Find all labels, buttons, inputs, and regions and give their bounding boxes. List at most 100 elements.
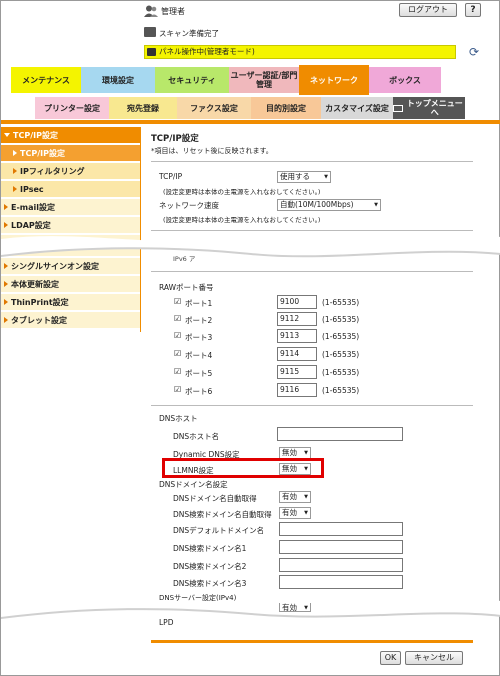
tab-purpose-settings[interactable]: 目的別設定 (251, 97, 321, 119)
sidebar-item-label: ThinPrint設定 (11, 298, 69, 307)
divider (151, 405, 473, 406)
sidebar-item-ipfilter[interactable]: IPフィルタリング (1, 163, 140, 180)
tab-user-auth[interactable]: ユーザー認証/部門管理 (229, 67, 299, 93)
help-button[interactable]: ? (465, 3, 481, 17)
user-label: 管理者 (161, 7, 185, 16)
sidebar-item-label: E-mail設定 (11, 203, 56, 212)
logout-button[interactable]: ログアウト (399, 3, 457, 17)
tab-printer-settings[interactable]: プリンター設定 (35, 97, 109, 119)
dns-search1-input[interactable] (279, 540, 403, 554)
sidebar-item-label: 本体更新設定 (11, 280, 59, 289)
port4-input[interactable]: 9114 (277, 347, 317, 361)
tab-security[interactable]: セキュリティ (155, 67, 229, 93)
sidebar-item-label: TCP/IP設定 (20, 149, 65, 158)
port2-input[interactable]: 9112 (277, 312, 317, 326)
port3-label: ポート3 (185, 333, 213, 342)
dns-search3-input[interactable] (279, 575, 403, 589)
dns-search2-label: DNS検索ドメイン名2 (173, 562, 247, 571)
sidebar-item-tcpip[interactable]: TCP/IP設定 (1, 145, 140, 162)
sidebar-item-label: IPsec (20, 185, 44, 194)
sidebar-item-label: タブレット設定 (11, 316, 67, 325)
arrow-icon (4, 281, 8, 287)
cancel-button[interactable]: キャンセル (405, 651, 463, 665)
port2-checkbox[interactable]: ☑ (174, 315, 182, 323)
port1-checkbox[interactable]: ☑ (174, 298, 182, 306)
tab-customize[interactable]: カスタマイズ設定 (321, 97, 393, 119)
tab-underline (1, 120, 500, 124)
port3-checkbox[interactable]: ☑ (174, 332, 182, 340)
port1-label: ポート1 (185, 299, 213, 308)
bottom-rule (151, 640, 473, 643)
tcpip-select[interactable]: 使用する (277, 171, 331, 183)
port1-input[interactable]: 9100 (277, 295, 317, 309)
refresh-icon[interactable]: ⟳ (467, 45, 481, 59)
torn-edge (1, 594, 500, 619)
port6-input[interactable]: 9116 (277, 383, 317, 397)
raw-port-title: RAWポート番号 (159, 283, 214, 292)
reset-note: *項目は、リセット後に反映されます。 (151, 147, 273, 155)
sidebar-item-update[interactable]: 本体更新設定 (1, 276, 140, 293)
arrow-icon (4, 204, 8, 210)
arrow-icon (4, 299, 8, 305)
torn-edge (1, 231, 500, 258)
port6-label: ポート6 (185, 387, 213, 396)
tab-network[interactable]: ネットワーク (299, 65, 369, 95)
dns-auto-get-label: DNSドメイン名自動取得 (173, 494, 257, 503)
page-title: TCP/IP設定 (151, 134, 199, 144)
arrow-icon (13, 150, 17, 156)
arrow-icon (13, 168, 17, 174)
port3-input[interactable]: 9113 (277, 329, 317, 343)
port5-checkbox[interactable]: ☑ (174, 368, 182, 376)
tab-maintenance[interactable]: メンテナンス (11, 67, 81, 93)
dns-search-auto-label: DNS検索ドメイン名自動取得 (173, 510, 272, 519)
tab-destination[interactable]: 宛先登録 (109, 97, 177, 119)
ok-button[interactable]: OK (380, 651, 401, 665)
port4-checkbox[interactable]: ☑ (174, 350, 182, 358)
port3-range: (1-65535) (322, 332, 360, 341)
speed-hint: (設定変更時は本体の主電源を入れなおしてください。) (163, 216, 321, 224)
tab-environment[interactable]: 環境設定 (81, 67, 155, 93)
sidebar-item-label: TCP/IP設定 (13, 131, 58, 140)
dns-default-domain-label: DNSデフォルトドメイン名 (173, 526, 265, 535)
port4-range: (1-65535) (322, 350, 360, 359)
page-frame: 管理者 ログアウト ? スキャン準備完了 パネル操作中(管理者モード) ⟳ メン… (0, 0, 500, 676)
divider (151, 271, 473, 272)
tcpip-label: TCP/IP (159, 172, 183, 181)
panel-status-bar: パネル操作中(管理者モード) (144, 45, 456, 59)
tab-fax-settings[interactable]: ファクス設定 (177, 97, 251, 119)
port6-range: (1-65535) (322, 386, 360, 395)
user-icon (144, 5, 158, 17)
divider (151, 161, 473, 162)
dns-host-title: DNSホスト (159, 414, 198, 423)
dns-default-domain-input[interactable] (279, 522, 403, 536)
scanner-icon (144, 27, 156, 37)
dns-auto-get-select[interactable]: 有効 (279, 491, 311, 503)
scan-status: スキャン準備完了 (159, 29, 219, 38)
port5-label: ポート5 (185, 369, 213, 378)
tab-top-menu[interactable]: トップメニューへ (393, 97, 465, 119)
port5-input[interactable]: 9115 (277, 365, 317, 379)
dns-search3-label: DNS検索ドメイン名3 (173, 579, 247, 588)
sidebar-item-thinprint[interactable]: ThinPrint設定 (1, 294, 140, 311)
sidebar-item-email[interactable]: E-mail設定 (1, 199, 140, 216)
port2-label: ポート2 (185, 316, 213, 325)
lpd-label: LPD (159, 618, 174, 627)
partial-select[interactable]: 有効 (279, 603, 311, 613)
sidebar-item-ipsec[interactable]: IPsec (1, 181, 140, 198)
dns-search1-label: DNS検索ドメイン名1 (173, 544, 247, 553)
speed-select[interactable]: 自動(10M/100Mbps) (277, 199, 381, 211)
sidebar-item-tablet[interactable]: タブレット設定 (1, 312, 140, 329)
sidebar-item-tcpip-group[interactable]: TCP/IP設定 (1, 127, 140, 144)
dns-host-name-input[interactable] (277, 427, 403, 441)
port6-checkbox[interactable]: ☑ (174, 386, 182, 394)
top-menu-label: トップメニューへ (406, 99, 463, 117)
speed-label: ネットワーク速度 (159, 201, 219, 210)
dns-search2-input[interactable] (279, 558, 403, 572)
llmnr-highlight-box (162, 458, 324, 478)
monitor-icon (393, 104, 403, 112)
tcpip-hint: (設定変更時は本体の主電源を入れなおしてください。) (163, 188, 321, 196)
port4-label: ポート4 (185, 351, 213, 360)
expand-icon (4, 133, 10, 137)
dns-search-auto-select[interactable]: 有効 (279, 507, 311, 519)
tab-box[interactable]: ボックス (369, 67, 441, 93)
